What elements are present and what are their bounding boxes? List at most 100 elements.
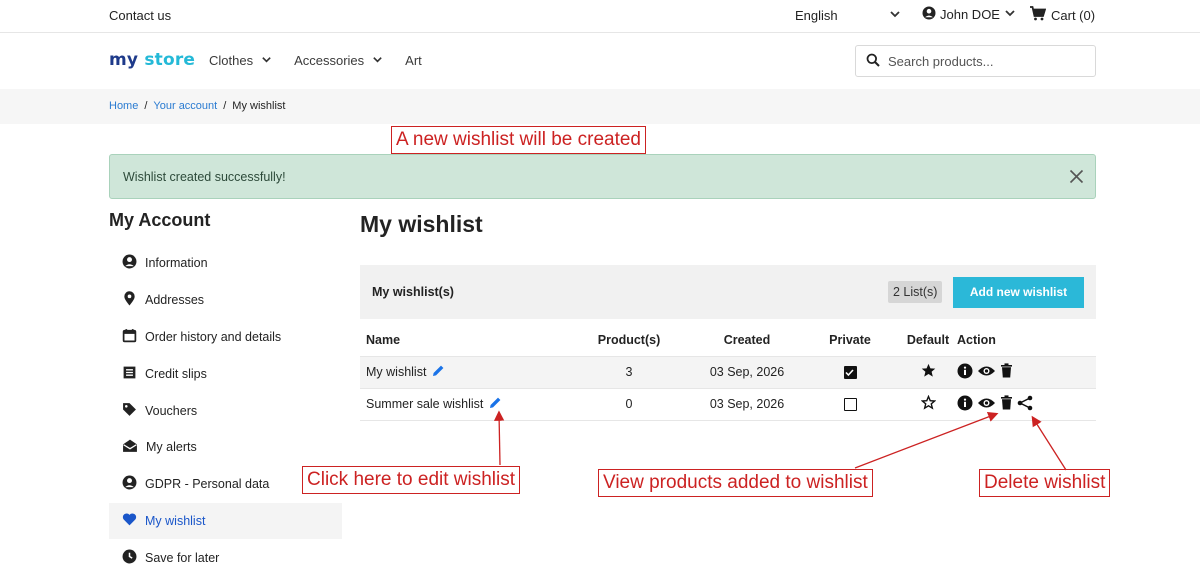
contact-us-link[interactable]: Contact us	[109, 8, 171, 23]
breadcrumb-band: Home / Your account / My wishlist	[0, 89, 1200, 124]
account-name[interactable]: John DOE	[940, 7, 1000, 22]
sidebar-item-label[interactable]: My alerts	[146, 440, 197, 454]
arrow-to-edit-icon	[493, 410, 505, 466]
chevron-down-icon[interactable]	[261, 53, 272, 68]
column-header-products: Product(s)	[563, 325, 695, 357]
cell-name: Summer sale wishlist	[360, 388, 563, 421]
breadcrumb-separator: /	[223, 100, 227, 112]
nav-label[interactable]: Accessories	[294, 53, 364, 68]
wishlist-name[interactable]: Summer sale wishlist	[366, 397, 483, 411]
cell-created: 03 Sep, 2026	[695, 356, 799, 389]
sidebar-item-order-history[interactable]: Order history and details	[109, 319, 342, 356]
cell-created: 03 Sep, 2026	[695, 388, 799, 421]
sidebar-item-my-wishlist[interactable]: My wishlist	[109, 502, 342, 540]
sidebar-item-label[interactable]: Order history and details	[145, 330, 281, 344]
breadcrumb-separator: /	[144, 100, 148, 112]
annotation-view-products: View products added to wishlist	[598, 469, 873, 497]
list-icon	[122, 365, 137, 383]
cell-private	[799, 388, 901, 421]
success-alert: Wishlist created successfully!	[109, 154, 1096, 199]
sidebar-item-label[interactable]: Save for later	[145, 551, 219, 565]
cell-actions	[955, 356, 1096, 389]
eye-icon[interactable]	[977, 364, 996, 381]
page-title: My wishlist	[360, 211, 483, 237]
nav-item-clothes[interactable]: Clothes	[209, 53, 272, 68]
nav-label[interactable]: Art	[405, 53, 422, 68]
breadcrumb-your-account[interactable]: Your account	[153, 100, 217, 112]
annotation-new-wishlist: A new wishlist will be created	[391, 126, 646, 154]
user-circle-icon	[122, 254, 137, 272]
account-menu[interactable]: John DOE	[922, 6, 1016, 23]
nav-item-art[interactable]: Art	[405, 53, 422, 68]
private-checkbox-checked[interactable]	[843, 366, 857, 380]
main-nav: Clothes Accessories Art	[209, 53, 422, 68]
sidebar-item-alerts[interactable]: My alerts	[109, 429, 342, 466]
add-new-wishlist-button[interactable]: Add new wishlist	[953, 277, 1084, 308]
sidebar-item-label[interactable]: Credit slips	[145, 367, 207, 381]
sidebar-item-label[interactable]: Information	[145, 256, 208, 270]
wishlist-name[interactable]: My wishlist	[366, 365, 426, 379]
user-circle-icon	[122, 475, 137, 493]
cell-private	[799, 356, 901, 389]
eye-icon[interactable]	[977, 396, 996, 413]
breadcrumb-current: My wishlist	[232, 100, 286, 112]
sidebar-item-save-for-later[interactable]: Save for later	[109, 539, 342, 567]
column-header-name: Name	[360, 325, 563, 357]
logo-part-my: my	[109, 50, 139, 70]
info-icon[interactable]	[957, 363, 973, 382]
cell-default	[901, 356, 955, 389]
chevron-down-icon[interactable]	[1004, 7, 1016, 22]
site-header: my store Clothes Accessories Art Search …	[0, 34, 1200, 89]
close-icon[interactable]	[1068, 168, 1085, 190]
sidebar-item-vouchers[interactable]: Vouchers	[109, 392, 342, 429]
cart-link[interactable]: Cart (0)	[1029, 6, 1095, 24]
share-icon[interactable]	[1017, 395, 1033, 414]
column-header-created: Created	[695, 325, 799, 357]
sidebar-item-label[interactable]: Vouchers	[145, 404, 197, 418]
edit-pencil-icon[interactable]	[432, 364, 445, 380]
annotation-edit-wishlist: Click here to edit wishlist	[302, 466, 521, 494]
cell-actions	[955, 388, 1096, 421]
breadcrumb-home[interactable]: Home	[109, 100, 138, 112]
nav-label[interactable]: Clothes	[209, 53, 253, 68]
trash-icon[interactable]	[1000, 395, 1013, 413]
star-outline-icon[interactable]	[920, 394, 936, 413]
trash-icon[interactable]	[1000, 363, 1013, 381]
account-sidebar: Information Addresses Order history and …	[109, 245, 342, 567]
column-header-default: Default	[901, 325, 955, 357]
tag-icon	[122, 402, 137, 420]
info-icon[interactable]	[957, 395, 973, 414]
column-header-action: Action	[955, 325, 1096, 357]
chevron-down-icon[interactable]	[372, 53, 383, 68]
edit-pencil-icon[interactable]	[489, 396, 502, 412]
sidebar-item-label[interactable]: GDPR - Personal data	[145, 477, 269, 491]
calendar-icon	[122, 328, 137, 346]
list-count-badge: 2 List(s)	[888, 281, 943, 303]
sidebar-item-label[interactable]: Addresses	[145, 293, 204, 307]
sidebar-item-label[interactable]: My wishlist	[145, 514, 205, 528]
chevron-down-icon[interactable]	[889, 7, 901, 25]
search-input[interactable]: Search products...	[888, 54, 994, 69]
cell-name: My wishlist	[360, 356, 563, 389]
cell-default	[901, 388, 955, 421]
private-checkbox-unchecked[interactable]	[843, 398, 857, 412]
table-row: Summer sale wishlist 0 03 Sep, 2026	[360, 388, 1096, 421]
search-box[interactable]: Search products...	[855, 45, 1096, 77]
logo-part-store: store	[144, 50, 196, 70]
user-circle-icon	[922, 6, 936, 23]
panel-label: My wishlist(s)	[372, 285, 454, 299]
sidebar-item-credit-slips[interactable]: Credit slips	[109, 355, 342, 392]
search-icon[interactable]	[866, 53, 880, 70]
star-filled-icon[interactable]	[921, 363, 936, 381]
location-pin-icon	[122, 291, 137, 309]
arrow-to-eye-icon	[854, 411, 999, 469]
annotation-delete-wishlist: Delete wishlist	[979, 469, 1111, 497]
cell-products: 3	[563, 356, 695, 389]
sidebar-item-information[interactable]: Information	[109, 245, 342, 282]
cart-label[interactable]: Cart (0)	[1051, 8, 1095, 23]
store-logo[interactable]: my store	[109, 50, 195, 70]
sidebar-title: My Account	[109, 210, 211, 230]
nav-item-accessories[interactable]: Accessories	[294, 53, 383, 68]
sidebar-item-addresses[interactable]: Addresses	[109, 282, 342, 319]
language-selector[interactable]: English	[795, 8, 838, 23]
